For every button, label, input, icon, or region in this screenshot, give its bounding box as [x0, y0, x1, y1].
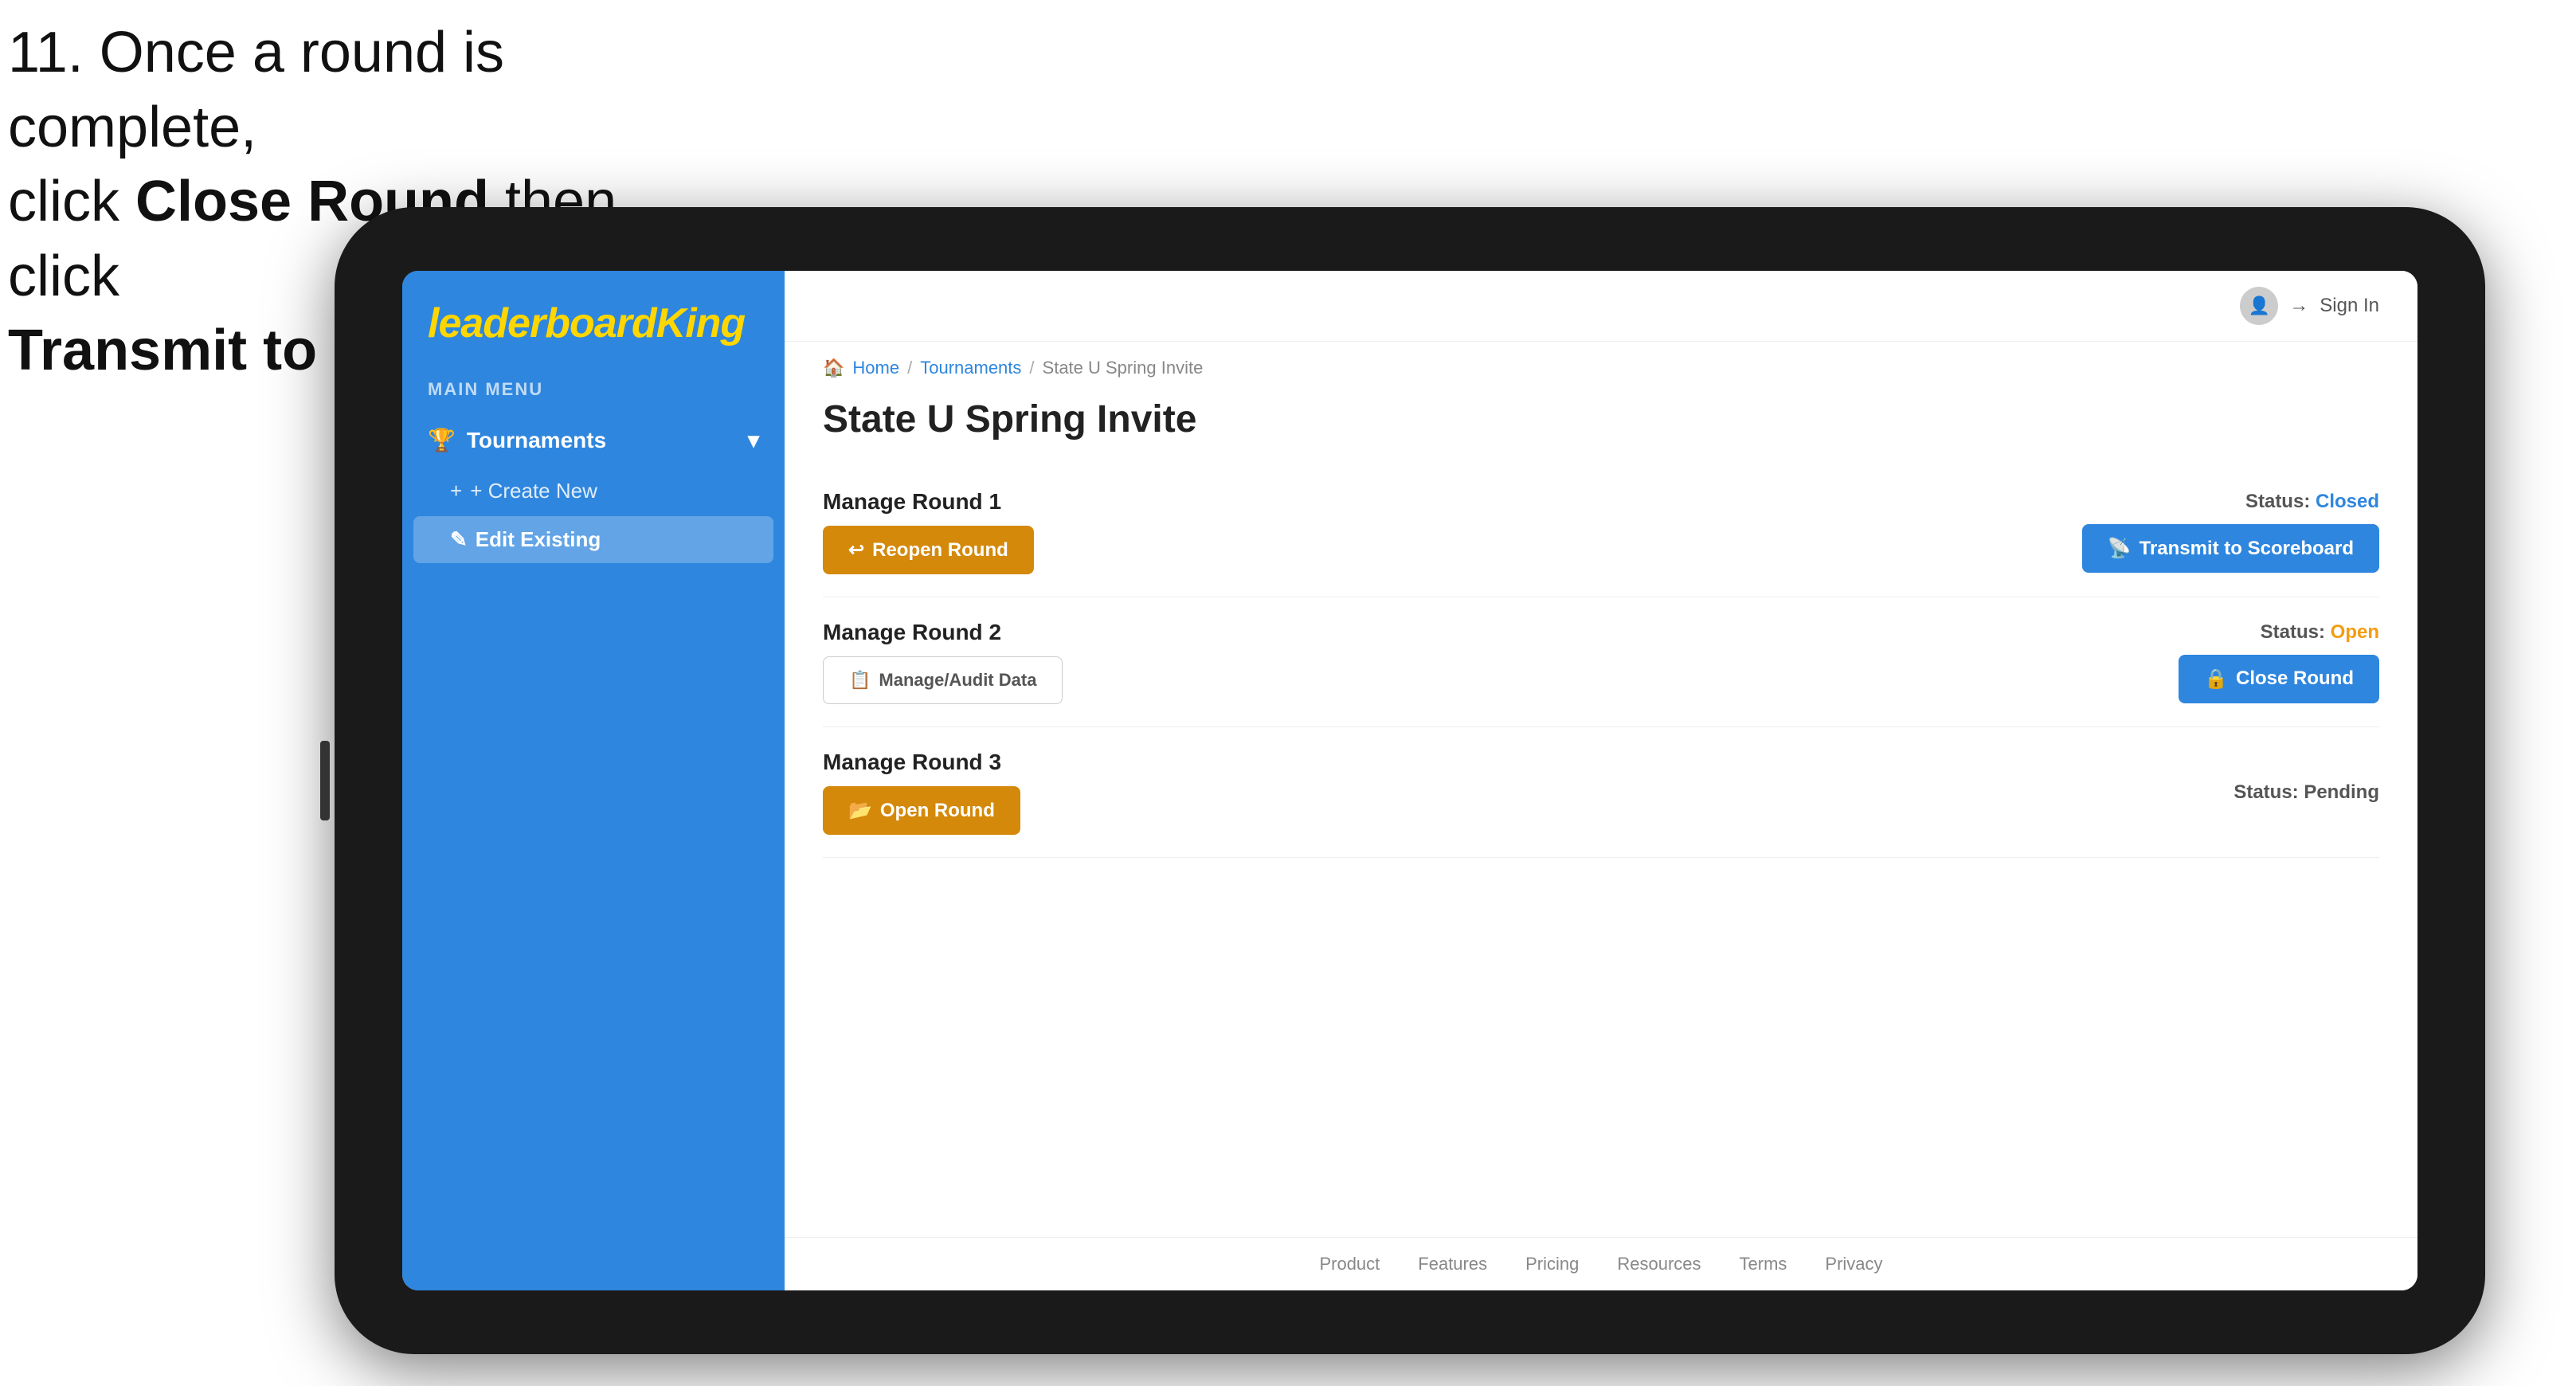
sidebar-tournaments-label: Tournaments [467, 428, 606, 453]
round-1-title: Manage Round 1 [823, 489, 2082, 515]
plus-icon: + [450, 479, 462, 503]
lock-icon: 🔒 [2204, 668, 2228, 691]
breadcrumb-sep2: / [1029, 358, 1034, 378]
round-3-status: Status: Pending [2233, 781, 2379, 804]
breadcrumb: 🏠 Home / Tournaments / State U Spring In… [785, 342, 2417, 385]
sidebar-tournaments-item[interactable]: 🏆 Tournaments ▾ [402, 413, 785, 468]
round-2-status: Status: Open [2261, 621, 2379, 644]
page-content: State U Spring Invite Manage Round 1 ↩ R… [785, 385, 2417, 1237]
footer-product[interactable]: Product [1319, 1254, 1380, 1274]
footer-pricing[interactable]: Pricing [1525, 1254, 1579, 1274]
footer: Product Features Pricing Resources Terms… [785, 1237, 2417, 1290]
manage-audit-button[interactable]: 📋 Manage/Audit Data [823, 656, 1063, 704]
sign-in-area[interactable]: 👤 → Sign In [2240, 287, 2379, 325]
chevron-icon: ▾ [748, 427, 759, 453]
sidebar-section-label: MAIN MENU [402, 366, 785, 406]
page-title: State U Spring Invite [823, 397, 2379, 441]
breadcrumb-current: State U Spring Invite [1043, 358, 1204, 378]
breadcrumb-home-icon: 🏠 [823, 358, 844, 378]
sidebar-nav: 🏆 Tournaments ▾ + + Create New ✎ Edit Ex… [402, 406, 785, 571]
sidebar: leaderboardKing MAIN MENU 🏆 Tournaments … [402, 271, 785, 1290]
main-content: 👤 → Sign In 🏠 Home / Tournaments / State… [785, 271, 2417, 1290]
close-round-button[interactable]: 🔒 Close Round [2179, 655, 2379, 703]
reopen-round-button[interactable]: ↩ Reopen Round [823, 526, 1034, 574]
reopen-icon: ↩ [848, 538, 864, 562]
breadcrumb-home[interactable]: Home [852, 358, 899, 378]
round-1-block: Manage Round 1 ↩ Reopen Round Status: Cl… [823, 467, 2379, 597]
sidebar-logo: leaderboardKing [402, 271, 785, 366]
sidebar-create-new[interactable]: + + Create New [402, 468, 785, 515]
round-2-title: Manage Round 2 [823, 620, 2093, 645]
audit-icon: 📋 [849, 670, 871, 691]
open-icon: 📂 [848, 799, 872, 822]
sidebar-edit-existing[interactable]: ✎ Edit Existing [413, 516, 773, 563]
logo: leaderboardKing [428, 300, 759, 347]
round-3-title: Manage Round 3 [823, 750, 2093, 775]
sign-in-label: Sign In [2320, 295, 2379, 317]
instruction-line1: 11. Once a round is complete, [8, 16, 725, 165]
transmit-to-scoreboard-button[interactable]: 📡 Transmit to Scoreboard [2082, 524, 2379, 573]
tablet-side-button [320, 741, 330, 820]
footer-features[interactable]: Features [1418, 1254, 1487, 1274]
edit-icon: ✎ [450, 527, 468, 552]
tablet-screen: leaderboardKing MAIN MENU 🏆 Tournaments … [402, 271, 2417, 1290]
user-avatar: 👤 [2240, 287, 2278, 325]
tablet-device: leaderboardKing MAIN MENU 🏆 Tournaments … [335, 207, 2485, 1354]
footer-resources[interactable]: Resources [1617, 1254, 1701, 1274]
top-bar: 👤 → Sign In [785, 271, 2417, 342]
footer-terms[interactable]: Terms [1740, 1254, 1787, 1274]
round-2-block: Manage Round 2 📋 Manage/Audit Data Statu… [823, 597, 2379, 727]
footer-privacy[interactable]: Privacy [1825, 1254, 1882, 1274]
app-layout: leaderboardKing MAIN MENU 🏆 Tournaments … [402, 271, 2417, 1290]
round-1-status: Status: Closed [2245, 491, 2379, 513]
open-round-button[interactable]: 📂 Open Round [823, 786, 1020, 835]
breadcrumb-tournaments[interactable]: Tournaments [920, 358, 1021, 378]
round-3-block: Manage Round 3 📂 Open Round Status: Pend… [823, 727, 2379, 858]
transmit-icon: 📡 [2108, 537, 2132, 560]
sign-in-arrow-icon: → [2289, 295, 2308, 317]
breadcrumb-sep1: / [907, 358, 912, 378]
trophy-icon: 🏆 [428, 427, 456, 453]
